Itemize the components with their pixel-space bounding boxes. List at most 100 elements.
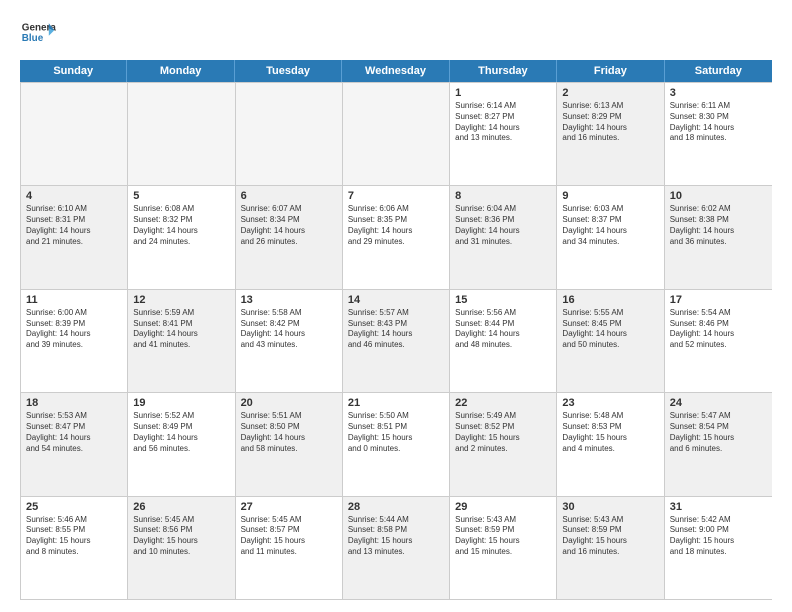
calendar-header-cell: Saturday <box>665 60 772 82</box>
header: General Blue <box>20 16 772 52</box>
cell-info: Sunrise: 5:54 AM Sunset: 8:46 PM Dayligh… <box>670 308 767 351</box>
cell-info: Sunrise: 6:04 AM Sunset: 8:36 PM Dayligh… <box>455 204 551 247</box>
day-number: 19 <box>133 397 229 409</box>
calendar-cell <box>343 83 450 185</box>
calendar-cell: 24 Sunrise: 5:47 AM Sunset: 8:54 PM Dayli… <box>665 393 772 495</box>
calendar-cell: 28Sunrise: 5:44 AM Sunset: 8:58 PM Dayli… <box>343 497 450 599</box>
cell-info: Sunrise: 5:48 AM Sunset: 8:53 PM Dayligh… <box>562 411 658 454</box>
cell-info: Sunrise: 5:46 AM Sunset: 8:55 PM Dayligh… <box>26 515 122 558</box>
calendar-header-cell: Thursday <box>450 60 557 82</box>
logo-icon: General Blue <box>20 16 56 52</box>
cell-info: Sunrise: 6:07 AM Sunset: 8:34 PM Dayligh… <box>241 204 337 247</box>
day-number: 2 <box>562 87 658 99</box>
svg-text:Blue: Blue <box>22 33 44 44</box>
cell-info: Sunrise: 5:58 AM Sunset: 8:42 PM Dayligh… <box>241 308 337 351</box>
cell-info: Sunrise: 5:45 AM Sunset: 8:56 PM Dayligh… <box>133 515 229 558</box>
calendar-cell: 30 Sunrise: 5:43 AM Sunset: 8:59 PM Dayli… <box>557 497 664 599</box>
day-number: 6 <box>241 190 337 202</box>
calendar-cell: 10 Sunrise: 6:02 AM Sunset: 8:38 PM Dayli… <box>665 186 772 288</box>
calendar-body: 1 Sunrise: 6:14 AM Sunset: 8:27 PM Daylig… <box>20 82 772 600</box>
day-number: 17 <box>670 294 767 306</box>
day-number: 10 <box>670 190 767 202</box>
calendar-header-cell: Monday <box>127 60 234 82</box>
calendar-week: 18Sunrise: 5:53 AM Sunset: 8:47 PM Dayli… <box>21 392 772 495</box>
calendar-cell: 3 Sunrise: 6:11 AM Sunset: 8:30 PM Daylig… <box>665 83 772 185</box>
calendar-week: 4 Sunrise: 6:10 AM Sunset: 8:31 PM Daylig… <box>21 185 772 288</box>
cell-info: Sunrise: 5:47 AM Sunset: 8:54 PM Dayligh… <box>670 411 767 454</box>
day-number: 22 <box>455 397 551 409</box>
day-number: 30 <box>562 501 658 513</box>
calendar-cell: 20 Sunrise: 5:51 AM Sunset: 8:50 PM Dayli… <box>236 393 343 495</box>
cell-info: Sunrise: 5:42 AM Sunset: 9:00 PM Dayligh… <box>670 515 767 558</box>
day-number: 1 <box>455 87 551 99</box>
day-number: 3 <box>670 87 767 99</box>
cell-info: Sunrise: 6:14 AM Sunset: 8:27 PM Dayligh… <box>455 101 551 144</box>
day-number: 28 <box>348 501 444 513</box>
calendar-cell: 2 Sunrise: 6:13 AM Sunset: 8:29 PM Daylig… <box>557 83 664 185</box>
calendar-cell: 8 Sunrise: 6:04 AM Sunset: 8:36 PM Daylig… <box>450 186 557 288</box>
cell-info: Sunrise: 6:02 AM Sunset: 8:38 PM Dayligh… <box>670 204 767 247</box>
cell-info: Sunrise: 6:06 AM Sunset: 8:35 PM Dayligh… <box>348 204 444 247</box>
day-number: 24 <box>670 397 767 409</box>
calendar-cell: 4 Sunrise: 6:10 AM Sunset: 8:31 PM Daylig… <box>21 186 128 288</box>
calendar-cell: 17 Sunrise: 5:54 AM Sunset: 8:46 PM Dayli… <box>665 290 772 392</box>
calendar-cell: 12Sunrise: 5:59 AM Sunset: 8:41 PM Dayli… <box>128 290 235 392</box>
calendar-week: 11Sunrise: 6:00 AM Sunset: 8:39 PM Dayli… <box>21 289 772 392</box>
day-number: 11 <box>26 294 122 306</box>
calendar-header-cell: Wednesday <box>342 60 449 82</box>
cell-info: Sunrise: 5:52 AM Sunset: 8:49 PM Dayligh… <box>133 411 229 454</box>
day-number: 18 <box>26 397 122 409</box>
cell-info: Sunrise: 6:13 AM Sunset: 8:29 PM Dayligh… <box>562 101 658 144</box>
calendar-cell: 22 Sunrise: 5:49 AM Sunset: 8:52 PM Dayli… <box>450 393 557 495</box>
day-number: 25 <box>26 501 122 513</box>
calendar-cell <box>21 83 128 185</box>
calendar-cell: 16Sunrise: 5:55 AM Sunset: 8:45 PM Dayli… <box>557 290 664 392</box>
cell-info: Sunrise: 5:57 AM Sunset: 8:43 PM Dayligh… <box>348 308 444 351</box>
day-number: 29 <box>455 501 551 513</box>
calendar-header: SundayMondayTuesdayWednesdayThursdayFrid… <box>20 60 772 82</box>
day-number: 21 <box>348 397 444 409</box>
cell-info: Sunrise: 5:45 AM Sunset: 8:57 PM Dayligh… <box>241 515 337 558</box>
cell-info: Sunrise: 6:08 AM Sunset: 8:32 PM Dayligh… <box>133 204 229 247</box>
page: General Blue SundayMondayTuesdayWednesda… <box>0 0 792 612</box>
day-number: 5 <box>133 190 229 202</box>
calendar-cell: 29 Sunrise: 5:43 AM Sunset: 8:59 PM Dayli… <box>450 497 557 599</box>
calendar-cell <box>128 83 235 185</box>
calendar-cell: 5 Sunrise: 6:08 AM Sunset: 8:32 PM Daylig… <box>128 186 235 288</box>
cell-info: Sunrise: 6:11 AM Sunset: 8:30 PM Dayligh… <box>670 101 767 144</box>
calendar-cell: 1 Sunrise: 6:14 AM Sunset: 8:27 PM Daylig… <box>450 83 557 185</box>
calendar-cell: 7 Sunrise: 6:06 AM Sunset: 8:35 PM Daylig… <box>343 186 450 288</box>
calendar-cell: 11Sunrise: 6:00 AM Sunset: 8:39 PM Dayli… <box>21 290 128 392</box>
cell-info: Sunrise: 6:10 AM Sunset: 8:31 PM Dayligh… <box>26 204 122 247</box>
day-number: 23 <box>562 397 658 409</box>
calendar-cell: 6 Sunrise: 6:07 AM Sunset: 8:34 PM Daylig… <box>236 186 343 288</box>
calendar-week: 25 Sunrise: 5:46 AM Sunset: 8:55 PM Dayli… <box>21 496 772 599</box>
day-number: 16 <box>562 294 658 306</box>
day-number: 20 <box>241 397 337 409</box>
calendar-cell: 26 Sunrise: 5:45 AM Sunset: 8:56 PM Dayli… <box>128 497 235 599</box>
cell-info: Sunrise: 5:43 AM Sunset: 8:59 PM Dayligh… <box>562 515 658 558</box>
day-number: 12 <box>133 294 229 306</box>
calendar-cell: 9Sunrise: 6:03 AM Sunset: 8:37 PM Daylig… <box>557 186 664 288</box>
calendar-cell: 27Sunrise: 5:45 AM Sunset: 8:57 PM Dayli… <box>236 497 343 599</box>
day-number: 7 <box>348 190 444 202</box>
day-number: 26 <box>133 501 229 513</box>
day-number: 8 <box>455 190 551 202</box>
cell-info: Sunrise: 5:50 AM Sunset: 8:51 PM Dayligh… <box>348 411 444 454</box>
calendar-cell: 19 Sunrise: 5:52 AM Sunset: 8:49 PM Dayli… <box>128 393 235 495</box>
cell-info: Sunrise: 5:43 AM Sunset: 8:59 PM Dayligh… <box>455 515 551 558</box>
calendar-cell: 23 Sunrise: 5:48 AM Sunset: 8:53 PM Dayli… <box>557 393 664 495</box>
calendar-cell: 31Sunrise: 5:42 AM Sunset: 9:00 PM Dayli… <box>665 497 772 599</box>
calendar-cell: 14Sunrise: 5:57 AM Sunset: 8:43 PM Dayli… <box>343 290 450 392</box>
cell-info: Sunrise: 5:49 AM Sunset: 8:52 PM Dayligh… <box>455 411 551 454</box>
cell-info: Sunrise: 5:51 AM Sunset: 8:50 PM Dayligh… <box>241 411 337 454</box>
calendar-cell: 25 Sunrise: 5:46 AM Sunset: 8:55 PM Dayli… <box>21 497 128 599</box>
day-number: 9 <box>562 190 658 202</box>
calendar: SundayMondayTuesdayWednesdayThursdayFrid… <box>20 60 772 600</box>
day-number: 13 <box>241 294 337 306</box>
logo: General Blue <box>20 16 56 52</box>
calendar-header-cell: Friday <box>557 60 664 82</box>
calendar-header-cell: Tuesday <box>235 60 342 82</box>
day-number: 4 <box>26 190 122 202</box>
day-number: 15 <box>455 294 551 306</box>
